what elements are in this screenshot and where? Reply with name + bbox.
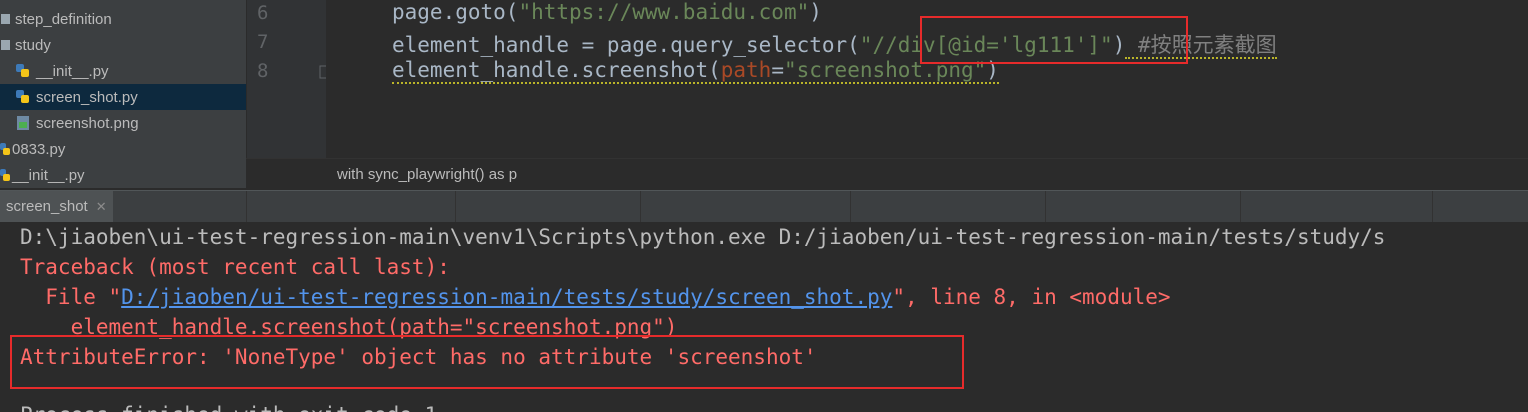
image-file-icon <box>14 114 32 132</box>
divider <box>455 191 456 222</box>
python-file-icon <box>14 88 32 106</box>
folder-icon <box>1 13 11 25</box>
tree-item-label: screenshot.png <box>36 114 139 132</box>
tree-item-screenshot-png[interactable]: screenshot.png <box>0 110 246 136</box>
tree-item-label: __init__.py <box>36 62 109 80</box>
console-file-line: File "D:/jiaoben/ui-test-regression-main… <box>20 285 1171 309</box>
breadcrumb[interactable]: with sync_playwright() as p <box>246 158 1528 190</box>
tree-item-init-2[interactable]: __init__.py <box>0 162 246 188</box>
divider <box>640 191 641 222</box>
python-file-icon <box>0 166 12 184</box>
tree-item-label: screen_shot.py <box>36 88 138 106</box>
code-editor[interactable]: page.goto("https://www.baidu.com") eleme… <box>326 0 1528 158</box>
divider <box>246 191 247 222</box>
console-finished-line: Process finished with exit code 1 <box>20 403 437 412</box>
python-file-icon <box>0 140 12 158</box>
tree-item-label: __init__.py <box>12 166 85 184</box>
console-command-line: D:\jiaoben\ui-test-regression-main\venv1… <box>20 225 1386 249</box>
folder-icon <box>1 39 11 51</box>
tree-item-0833[interactable]: 0833.py <box>0 136 246 162</box>
tab-label: screen_shot <box>6 198 88 215</box>
tab-screen-shot[interactable]: screen_shot ✕ <box>0 191 113 222</box>
code-line-8: element_handle.screenshot(path="screensh… <box>392 58 999 84</box>
code-line-6: page.goto("https://www.baidu.com") <box>392 0 822 24</box>
python-file-icon <box>14 62 32 80</box>
tree-item-study[interactable]: study <box>0 32 246 58</box>
divider <box>1240 191 1241 222</box>
run-console[interactable]: D:\jiaoben\ui-test-regression-main\venv1… <box>0 222 1528 412</box>
line-number: 8 <box>257 60 269 82</box>
line-number: 6 <box>257 2 269 24</box>
highlight-box <box>920 16 1188 64</box>
divider <box>850 191 851 222</box>
file-link[interactable]: D:/jiaoben/ui-test-regression-main/tests… <box>121 285 892 309</box>
console-traceback-line: Traceback (most recent call last): <box>20 255 450 279</box>
breadcrumb-text: with sync_playwright() as p <box>337 166 518 183</box>
close-icon[interactable]: ✕ <box>96 199 107 215</box>
tree-item-label: step_definition <box>15 10 112 28</box>
project-tree: step_definition study __init__.py screen… <box>0 0 246 188</box>
divider <box>1045 191 1046 222</box>
tree-item-label: study <box>15 36 51 54</box>
error-highlight-box <box>10 335 964 389</box>
run-tab-bar: screen_shot ✕ <box>0 190 1528 222</box>
line-gutter: 6 7 8 <box>246 0 358 158</box>
tree-item-screen-shot[interactable]: screen_shot.py <box>0 84 246 110</box>
line-number: 7 <box>257 31 269 53</box>
divider <box>1432 191 1433 222</box>
tree-item-label: 0833.py <box>12 140 66 158</box>
tree-item-init[interactable]: __init__.py <box>0 58 246 84</box>
tree-item-step-definition[interactable]: step_definition <box>0 6 246 32</box>
